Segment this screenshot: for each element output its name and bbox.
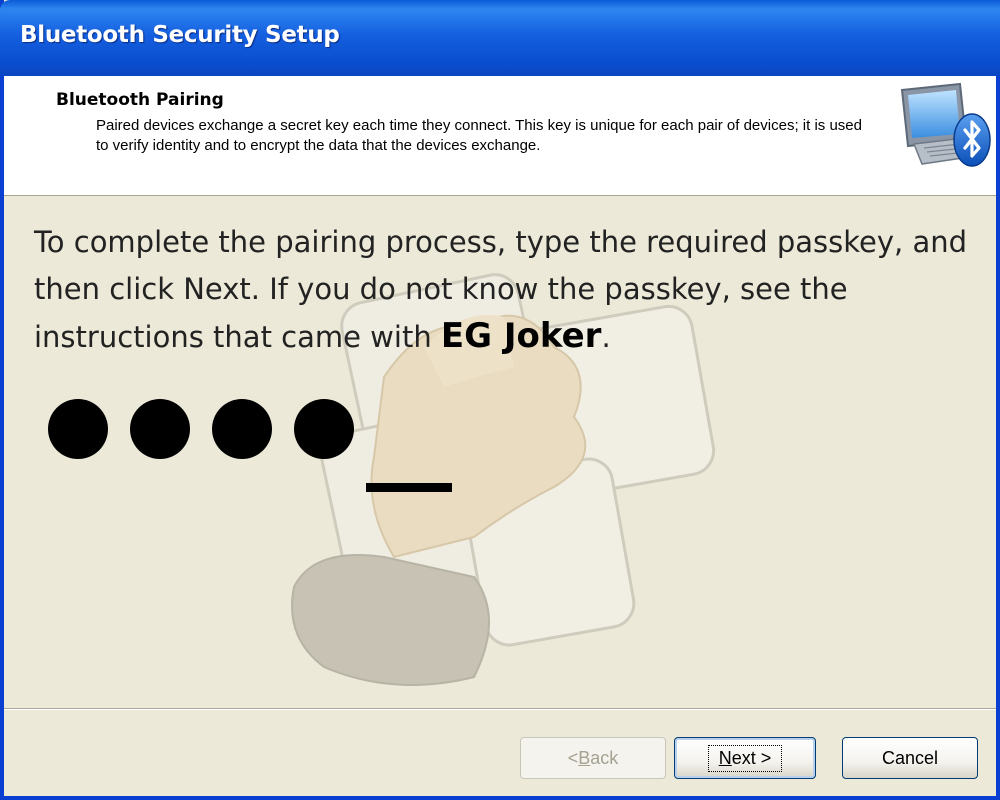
next-button-accelerator: N	[718, 747, 732, 768]
footer-separator	[4, 708, 996, 710]
device-name: EG Joker	[440, 316, 602, 356]
window-title: Bluetooth Security Setup	[20, 22, 340, 48]
passkey-dot	[130, 399, 190, 459]
passkey-field[interactable]	[48, 399, 354, 459]
next-button[interactable]: Next >	[674, 737, 816, 779]
wizard-header: Bluetooth Pairing Paired devices exchang…	[4, 76, 996, 196]
header-title: Bluetooth Pairing	[56, 90, 224, 110]
back-button[interactable]: < Back	[520, 737, 666, 779]
bluetooth-security-setup-window: Bluetooth Security Setup Bluetooth Pairi…	[0, 0, 1000, 800]
bluetooth-computer-icon	[900, 82, 991, 167]
pairing-instructions: To complete the pairing process, type th…	[34, 219, 984, 361]
cancel-button-label: Cancel	[881, 747, 939, 768]
back-button-label: ack	[590, 747, 619, 768]
passkey-dot	[48, 399, 108, 459]
cancel-button[interactable]: Cancel	[842, 737, 978, 779]
passkey-dot	[212, 399, 272, 459]
title-bar[interactable]: Bluetooth Security Setup	[0, 0, 1000, 76]
header-description: Paired devices exchange a secret key eac…	[96, 117, 862, 154]
passkey-dot	[294, 399, 354, 459]
window-bottom-border	[0, 796, 1000, 800]
back-button-prefix: <	[567, 747, 579, 768]
instructions-end: .	[601, 320, 611, 354]
passkey-cursor	[366, 483, 452, 492]
next-button-label: ext >	[731, 747, 772, 768]
back-button-accelerator: B	[578, 747, 591, 768]
wizard-content: To complete the pairing process, type th…	[4, 197, 996, 709]
next-button-focus: Next >	[707, 744, 783, 772]
